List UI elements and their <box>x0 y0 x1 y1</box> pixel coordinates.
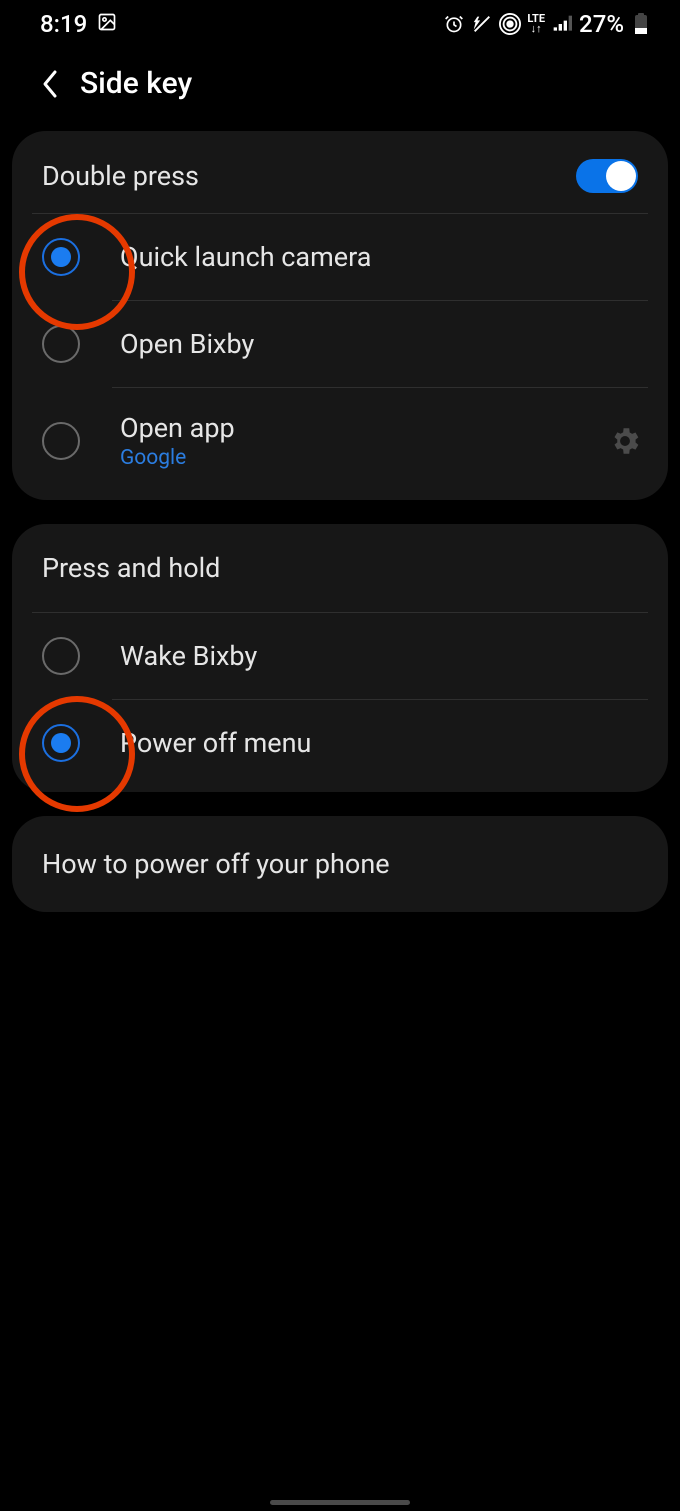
double-press-section: Double press Quick launch camera Open Bi… <box>12 131 668 500</box>
double-press-title: Double press <box>42 160 199 192</box>
status-time: 8:19 <box>40 10 87 38</box>
battery-percent: 27% <box>579 10 624 38</box>
option-power-off-menu[interactable]: Power off menu <box>12 700 668 792</box>
radio-open-bixby[interactable] <box>42 325 80 363</box>
page-header: Side key <box>0 44 680 131</box>
back-button[interactable] <box>40 67 60 101</box>
signal-icon <box>551 13 573 35</box>
label-open-bixby: Open Bixby <box>120 328 642 360</box>
radio-power-off-menu[interactable] <box>42 724 80 762</box>
network-type: LTE ↓↑ <box>527 14 545 34</box>
vibrate-icon <box>471 13 493 35</box>
double-press-toggle[interactable] <box>576 159 638 193</box>
hotspot-icon <box>499 13 521 35</box>
option-open-bixby[interactable]: Open Bixby <box>12 301 668 387</box>
alarm-icon <box>443 13 465 35</box>
radio-quick-launch-camera[interactable] <box>42 238 80 276</box>
page-title: Side key <box>80 66 192 101</box>
press-hold-title: Press and hold <box>42 552 220 584</box>
radio-wake-bixby[interactable] <box>42 637 80 675</box>
label-power-off-menu: Power off menu <box>120 727 642 759</box>
screenshot-icon <box>97 10 117 38</box>
how-to-power-off-label: How to power off your phone <box>42 848 638 880</box>
gear-icon[interactable] <box>608 424 642 458</box>
status-bar: 8:19 LTE ↓↑ 27% <box>0 0 680 44</box>
radio-open-app[interactable] <box>42 422 80 460</box>
option-wake-bixby[interactable]: Wake Bixby <box>12 613 668 699</box>
option-quick-launch-camera[interactable]: Quick launch camera <box>12 214 668 300</box>
sub-open-app: Google <box>120 446 608 470</box>
nav-handle[interactable] <box>270 1500 410 1505</box>
how-to-power-off[interactable]: How to power off your phone <box>12 816 668 912</box>
battery-icon <box>630 13 652 35</box>
label-wake-bixby: Wake Bixby <box>120 640 642 672</box>
label-quick-launch-camera: Quick launch camera <box>120 241 642 273</box>
label-open-app: Open app <box>120 412 608 444</box>
option-open-app[interactable]: Open app Google <box>12 388 668 500</box>
press-hold-section: Press and hold Wake Bixby Power off menu <box>12 524 668 792</box>
